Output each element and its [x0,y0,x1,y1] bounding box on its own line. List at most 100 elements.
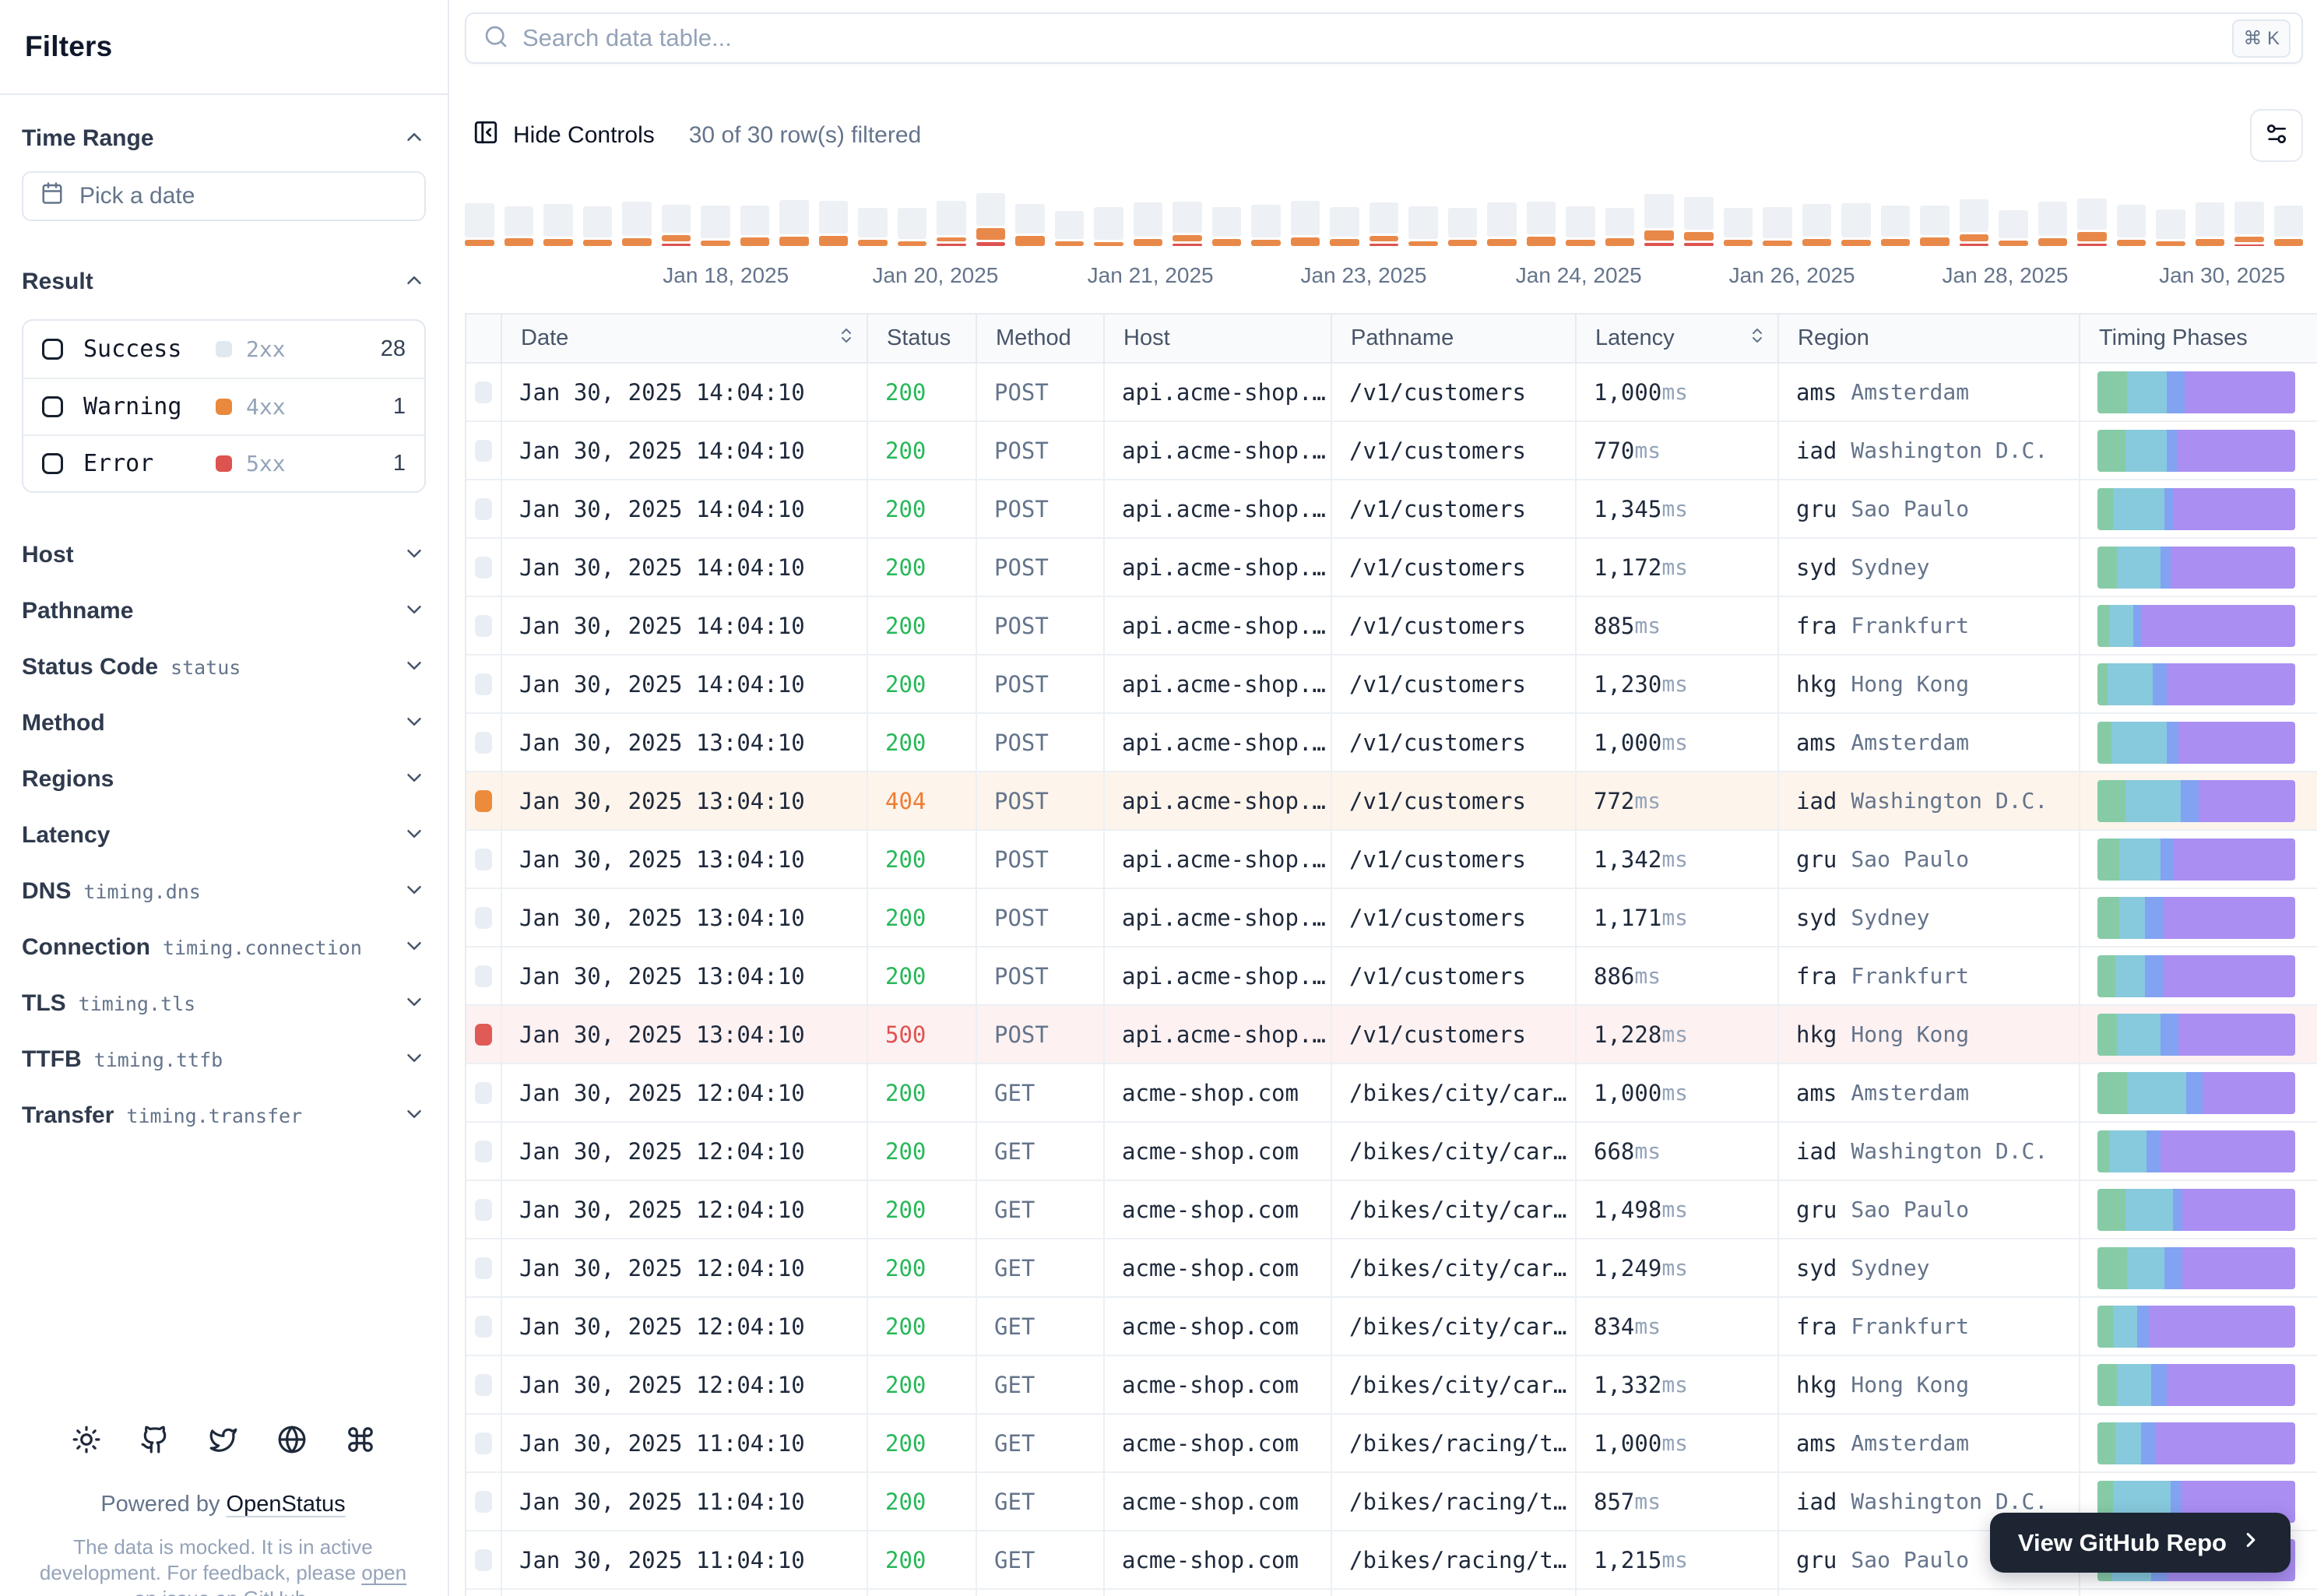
chart-bar[interactable] [1763,207,1792,246]
chart-bar[interactable] [1094,207,1123,246]
sidebar-section-status-code[interactable]: Status Code status [22,639,426,695]
chart-bar[interactable] [1447,208,1478,246]
sidebar-section-regions[interactable]: Regions [22,751,426,807]
table-row[interactable]: Jan 30, 2025 13:04:10 500 POST api.acme-sho… [466,1006,2317,1064]
sidebar-section-transfer[interactable]: Transfer timing.transfer [22,1088,426,1144]
table-row[interactable]: Jan 30, 2025 11:04:10200GETacme-shop.com… [466,1415,2317,1473]
chart-bar[interactable] [1802,204,1832,246]
table-row[interactable]: Jan 30, 2025 12:04:10 200 GET acme-shop.com… [466,1181,2317,1239]
chart-bar[interactable] [1408,206,1438,246]
chart-bar[interactable] [1959,199,1989,246]
table-row[interactable]: Jan 30, 2025 14:04:10 200 POST api.acme-sho… [466,364,2317,422]
chart-bar[interactable] [1644,194,1674,246]
chart-bar[interactable] [1133,202,1163,246]
chart-bar[interactable] [1566,206,1595,246]
sidebar-section-latency[interactable]: Latency [22,807,426,863]
command-icon[interactable] [346,1425,375,1454]
table-row[interactable]: Jan 30, 2025 14:04:10 200 POST api.acme-sho… [466,539,2317,597]
chart-bar[interactable] [1330,207,1359,246]
chart-bar[interactable] [937,201,966,246]
sidebar-section-pathname[interactable]: Pathname [22,583,426,639]
chart-bar[interactable] [465,203,494,246]
chart-bar[interactable] [1683,197,1714,246]
chart-bar[interactable] [1369,202,1399,246]
header-pathname[interactable]: Pathname [1332,315,1577,362]
chart-bar[interactable] [1251,205,1281,246]
sidebar-section-host[interactable]: Host [22,527,426,583]
chart-bar[interactable] [2273,206,2304,246]
github-icon[interactable] [140,1425,170,1454]
chart-bar[interactable] [661,205,691,246]
chart-bar[interactable] [2195,202,2225,246]
checkbox[interactable] [42,339,63,360]
chart-bar[interactable] [2234,202,2264,246]
chart-bar[interactable] [1487,202,1517,246]
table-row[interactable]: Jan 30, 2025 14:04:10 200 POST api.acme-sho… [466,656,2317,714]
chart-bar[interactable] [622,202,652,246]
chart-bar[interactable] [976,193,1006,246]
table-row[interactable]: Jan 30, 2025 12:04:10 200 GET acme-shop.com… [466,1298,2317,1356]
twitter-icon[interactable] [209,1425,238,1454]
result-option-error[interactable]: Error 5xx 1 [23,434,424,491]
table-row[interactable]: Jan 30, 2025 14:04:10 200 POST api.acme-sho… [466,422,2317,480]
table-row[interactable]: Jan 30, 2025 12:04:10 200 GET acme-shop.com… [466,1123,2317,1181]
table-row[interactable]: Jan 30, 2025 12:04:10 200 GET acme-shop.com… [466,1239,2317,1298]
chart-bar[interactable] [740,206,770,246]
chart-bar[interactable] [1920,206,1950,246]
chart-bar[interactable] [1841,203,1871,246]
chart-bar[interactable] [1880,206,1911,246]
chart-bar[interactable] [2077,199,2107,246]
chart-bar[interactable] [858,208,888,246]
sidebar-section-ttfb[interactable]: TTFB timing.ttfb [22,1032,426,1088]
result-option-warning[interactable]: Warning 4xx 1 [23,378,424,434]
sidebar-section-dns[interactable]: DNS timing.dns [22,863,426,919]
openstatus-link[interactable]: OpenStatus [227,1492,346,1517]
chart-bar[interactable] [2116,205,2146,246]
sidebar-section-method[interactable]: Method [22,695,426,751]
chart-bar[interactable] [504,206,534,246]
table-row[interactable]: Jan 30, 2025 12:04:10 200 GET acme-shop.com… [466,1356,2317,1415]
table-row[interactable]: Jan 30, 2025 13:04:10 200 POST api.acme-sho… [466,947,2317,1006]
chart-bar[interactable] [582,206,613,246]
chart-bar[interactable] [897,208,927,246]
header-latency[interactable]: Latency [1577,315,1779,362]
header-timing-phases[interactable]: Timing Phases [2080,315,2317,362]
hide-controls-button[interactable]: Hide Controls [465,119,663,152]
checkbox[interactable] [42,396,63,417]
result-option-success[interactable]: Success 2xx 28 [23,321,424,378]
sidebar-section-tls[interactable]: TLS timing.tls [22,976,426,1032]
table-row[interactable]: Jan 30, 2025 13:04:10 200 POST api.acme-sho… [466,831,2317,889]
chart-bar[interactable] [1173,202,1202,246]
chart-bar[interactable] [2156,209,2185,246]
header-method[interactable]: Method [977,315,1105,362]
chart-bar[interactable] [1526,202,1556,246]
chart-bar[interactable] [1211,207,1242,246]
time-range-accordion[interactable]: Time Range [22,120,426,157]
table-row[interactable]: Jan 30, 2025 12:04:10 200 GET acme-shop.com… [466,1064,2317,1123]
chart-bar[interactable] [1605,208,1635,246]
header-status[interactable]: Status [868,315,977,362]
header-host[interactable]: Host [1105,315,1332,362]
view-github-repo-button[interactable]: View GitHub Repo [1989,1513,2291,1573]
checkbox[interactable] [42,453,63,474]
search-input[interactable]: Search data table... ⌘ K [465,12,2303,64]
chart-bar[interactable] [1054,211,1085,246]
chart-bar[interactable] [1290,201,1320,246]
chart-bar[interactable] [2037,202,2068,246]
result-accordion[interactable]: Result [22,263,426,301]
table-row[interactable]: Jan 30, 2025 14:04:10 200 POST api.acme-sho… [466,597,2317,656]
table-row[interactable]: Jan 30, 2025 13:04:10 404 POST api.acme-sho… [466,772,2317,831]
view-settings-button[interactable] [2250,109,2303,162]
table-row[interactable]: Jan 30, 2025 13:04:10 200 POST api.acme-sho… [466,714,2317,772]
chart-bar[interactable] [818,201,849,246]
chart-bar[interactable] [1015,204,1045,246]
table-row[interactable]: Jan 30, 2025 11:04:10200GETacme-shop.com… [466,1590,2317,1596]
chart-bar[interactable] [543,204,573,246]
globe-icon[interactable] [277,1425,307,1454]
chart-bar[interactable] [1723,208,1753,246]
sidebar-section-connection[interactable]: Connection timing.connection [22,919,426,976]
theme-sun-icon[interactable] [72,1425,101,1454]
header-date[interactable]: Date [502,315,868,362]
header-region[interactable]: Region [1779,315,2080,362]
chart-bar[interactable] [779,200,809,246]
